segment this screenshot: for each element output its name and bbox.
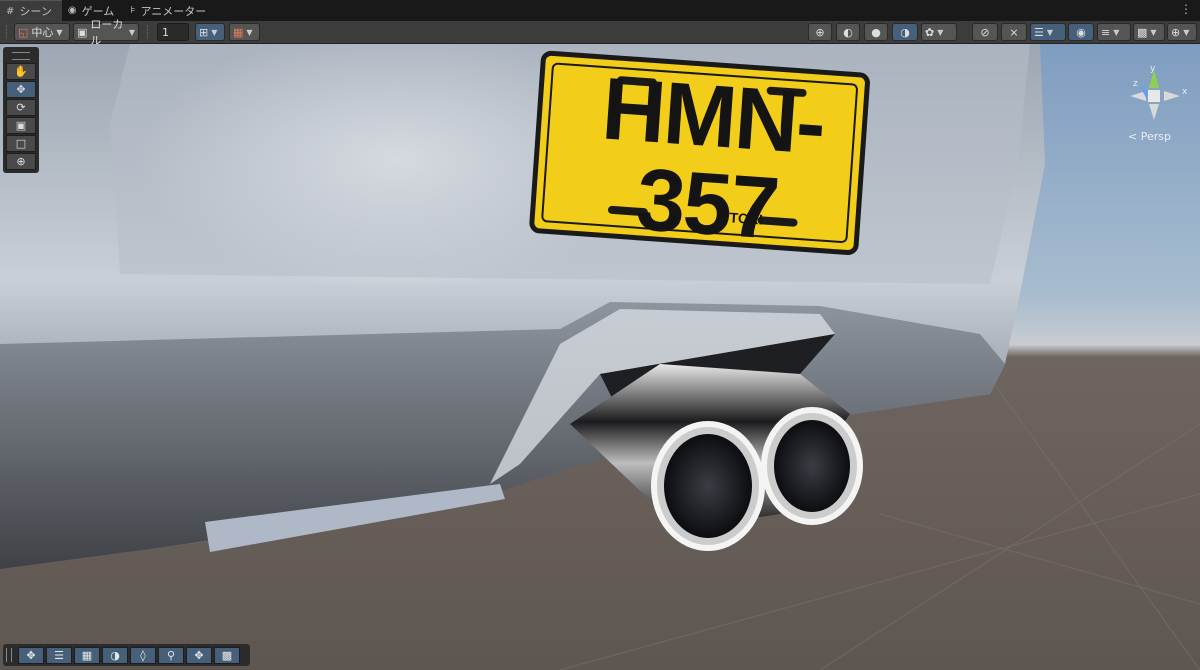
grid-size-value: 1 — [162, 25, 169, 39]
pan-icon: ✥ — [194, 648, 204, 662]
rect-icon: □ — [15, 137, 27, 150]
audio-off-icon: ⨯ — [1009, 25, 1019, 39]
projection-toggle[interactable]: < Persp — [1128, 130, 1171, 143]
rotate-tool-button[interactable]: ⟳ — [6, 99, 36, 116]
shaded-wireframe-icon: ◐ — [843, 25, 853, 39]
panel-grip[interactable] — [6, 648, 12, 662]
orientation-gizmo[interactable]: y z x — [1118, 62, 1190, 132]
chevron-down-icon: ▼ — [937, 27, 944, 37]
audio-toggle[interactable]: ⨯ — [1001, 23, 1027, 41]
grid-toggle-icon: ▦ — [233, 25, 244, 39]
tab-scene-label: シーン — [19, 5, 52, 18]
chevron-down-icon: ▼ — [128, 27, 135, 37]
chevron-down-icon: ▼ — [56, 27, 63, 37]
wireframe-button[interactable]: ⊕ — [808, 23, 832, 41]
stack-icon: ≡ — [1101, 25, 1111, 39]
x-axis-label: x — [1182, 87, 1188, 97]
gizmo-icon: ⊕ — [1171, 25, 1181, 39]
lighting-toggle[interactable]: ⊘ — [972, 23, 998, 41]
wireframe-icon: ⊕ — [815, 25, 825, 39]
orbit-icon: ◑ — [110, 648, 120, 662]
snap-icon: ⊞ — [199, 25, 209, 39]
layers-overlay-button[interactable]: ◊ — [130, 646, 156, 664]
transform-icon: ⊕ — [16, 155, 26, 168]
neg-y-axis-cone[interactable] — [1149, 104, 1159, 120]
chevron-down-icon: ▼ — [211, 27, 218, 37]
toolbar-grip — [6, 25, 9, 39]
layers-icon: ◊ — [140, 648, 146, 662]
shaded-wireframe-button[interactable]: ◐ — [836, 23, 860, 41]
chevron-down-icon: ▼ — [1046, 27, 1054, 37]
scene-visibility-toggle[interactable]: ◉ — [1068, 23, 1094, 41]
panel-grip[interactable] — [12, 52, 30, 60]
z-axis-label: z — [1133, 79, 1138, 89]
snap-icon: ▦ — [81, 648, 93, 662]
y-axis-label: y — [1150, 64, 1156, 74]
unlit-icon: ◑ — [900, 25, 910, 39]
unlit-button[interactable]: ◑ — [892, 23, 918, 41]
window-tab-bar: # シーン ◉ ゲーム ⊧ アニメーター ⋮ — [0, 0, 1200, 21]
more-options-icon[interactable]: ⋮ — [1180, 2, 1192, 16]
transform-tool-button[interactable]: ⊕ — [6, 153, 36, 170]
chevron-down-icon: ▼ — [1150, 27, 1157, 37]
light-off-icon: ⊘ — [980, 25, 990, 39]
layers-icon: ☰ — [1034, 25, 1044, 39]
move-overlay-button[interactable]: ✥ — [18, 646, 44, 664]
center-cube[interactable] — [1148, 90, 1160, 102]
scene-toolbar: ◱ 中心 ▼ ▣ ローカル ▼ 1 ⊞ ▼ ▦ ▼ ⊕ ◐ ● ◑ ✿ ▼ ⊘ ⨯… — [0, 18, 1200, 47]
pivot-label: 中心 — [31, 26, 54, 39]
camera-icon: ▩ — [1137, 25, 1148, 39]
move-tool-button[interactable]: ✥ — [6, 81, 36, 98]
grid-icon: # — [6, 5, 15, 17]
hand-tool-button[interactable]: ✋ — [6, 63, 36, 80]
scale-icon: ▣ — [15, 119, 27, 132]
plate-number: HMN-357 — [599, 58, 828, 258]
search-icon: ⚲ — [166, 648, 176, 662]
chevron-down-icon: ▼ — [1183, 27, 1190, 37]
chevron-down-icon: ▼ — [246, 27, 253, 37]
tab-animator-label: アニメーター — [140, 4, 207, 18]
grid-snap-button[interactable]: ⊞ ▼ — [195, 23, 225, 41]
pivot-icon: ◱ — [18, 25, 29, 39]
layers-dropdown[interactable]: ≡ ▼ — [1097, 23, 1131, 41]
tab-scene[interactable]: # シーン — [0, 0, 62, 21]
chevron-down-icon: ▼ — [1113, 27, 1120, 37]
grid-visibility-button[interactable]: ▦ ▼ — [229, 23, 260, 41]
effects-toggle[interactable]: ☰ ▼ — [1030, 23, 1066, 41]
snap-overlay-button[interactable]: ▦ — [74, 646, 100, 664]
align-icon: ☰ — [54, 648, 64, 662]
pan-overlay-button[interactable]: ✥ — [186, 646, 212, 664]
debug-draw-button[interactable]: ✿ ▼ — [921, 23, 957, 41]
cube-icon: ▣ — [77, 25, 88, 39]
render-overlay-button[interactable]: ▩ — [214, 646, 240, 664]
tools-overlay: ✋ ✥ ⟳ ▣ □ ⊕ — [3, 47, 39, 173]
render-icon: ▩ — [221, 648, 233, 662]
rect-tool-button[interactable]: □ — [6, 135, 36, 152]
search-overlay-button[interactable]: ⚲ — [158, 646, 184, 664]
bug-icon: ✿ — [925, 25, 935, 39]
shaded-icon: ● — [871, 25, 881, 39]
bottom-overlay-toolbar: ✥ ☰ ▦ ◑ ◊ ⚲ ✥ ▩ — [3, 644, 250, 666]
toolbar-separator — [147, 25, 150, 39]
move-icon: ✥ — [16, 83, 26, 96]
space-dropdown[interactable]: ▣ ローカル ▼ — [73, 18, 139, 47]
x-axis-cone[interactable] — [1164, 91, 1180, 101]
rotate-icon: ⟳ — [16, 101, 26, 114]
camera-dropdown[interactable]: ▩ ▼ — [1133, 23, 1165, 41]
pivot-dropdown[interactable]: ◱ 中心 ▼ — [14, 23, 70, 41]
scale-tool-button[interactable]: ▣ — [6, 117, 36, 134]
hand-icon: ✋ — [14, 65, 28, 78]
animator-icon: ⊧ — [130, 5, 136, 16]
align-overlay-button[interactable]: ☰ — [46, 646, 72, 664]
tab-animator[interactable]: ⊧ アニメーター — [124, 0, 216, 21]
gamepad-icon: ◉ — [67, 5, 77, 16]
grid-size-input[interactable]: 1 — [157, 23, 189, 41]
gizmos-dropdown[interactable]: ⊕ ▼ — [1167, 23, 1197, 41]
shaded-button[interactable]: ● — [864, 23, 888, 41]
eye-icon: ◉ — [1076, 25, 1086, 39]
move-icon: ✥ — [26, 648, 36, 662]
orbit-overlay-button[interactable]: ◑ — [102, 646, 128, 664]
